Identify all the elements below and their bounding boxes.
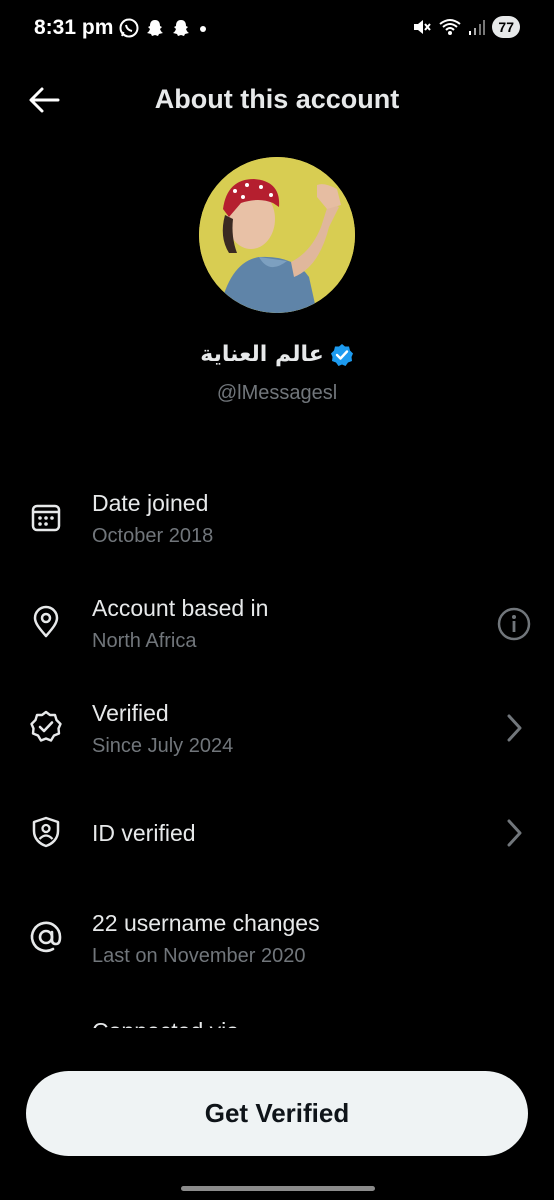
home-indicator bbox=[181, 1186, 375, 1191]
row-subtitle: Since July 2024 bbox=[92, 735, 234, 757]
display-name: عالم العناية bbox=[200, 342, 324, 367]
get-verified-button[interactable]: Get Verified bbox=[26, 1071, 528, 1156]
avatar-image bbox=[199, 157, 355, 313]
avatar[interactable] bbox=[199, 157, 355, 313]
verified-badge-icon bbox=[27, 708, 65, 746]
id-shield-icon bbox=[27, 813, 65, 851]
system-status: 77 bbox=[412, 16, 520, 38]
verified-check-icon bbox=[330, 343, 353, 366]
info-row-username-changes: 22 username changes Last on November 202… bbox=[0, 900, 554, 980]
row-title: ID verified bbox=[92, 820, 196, 846]
info-row-verified[interactable]: Verified Since July 2024 bbox=[0, 690, 554, 770]
chevron-right-icon bbox=[494, 708, 534, 748]
wifi-icon bbox=[439, 19, 462, 35]
info-row-id-verified[interactable]: ID verified bbox=[0, 795, 554, 875]
battery-indicator: 77 bbox=[492, 16, 520, 38]
row-title: Date joined bbox=[92, 490, 209, 516]
whatsapp-icon bbox=[119, 18, 139, 38]
snapchat-icon bbox=[147, 20, 163, 36]
row-title: 22 username changes bbox=[92, 910, 320, 936]
chevron-right-icon bbox=[494, 813, 534, 853]
location-pin-icon bbox=[27, 603, 65, 641]
status-time: 8:31 pm bbox=[34, 16, 114, 39]
page-title: About this account bbox=[154, 84, 400, 114]
signal-icon bbox=[469, 20, 486, 35]
at-sign-icon bbox=[27, 918, 65, 956]
row-subtitle: Last on November 2020 bbox=[92, 945, 306, 967]
info-row-date-joined: Date joined October 2018 bbox=[0, 480, 554, 560]
row-title: Verified bbox=[92, 700, 169, 726]
calendar-icon bbox=[27, 498, 65, 536]
row-title: Account based in bbox=[92, 595, 269, 621]
info-button[interactable] bbox=[494, 604, 534, 644]
info-icon bbox=[497, 607, 531, 641]
display-name-row: عالم العناية bbox=[0, 342, 554, 367]
dot-icon bbox=[200, 26, 206, 32]
mute-icon bbox=[414, 20, 432, 34]
header: About this account bbox=[0, 72, 554, 128]
row-subtitle: North Africa bbox=[92, 630, 197, 652]
notification-icons bbox=[118, 17, 210, 39]
snapchat-icon bbox=[173, 20, 189, 36]
username-handle: @lMessagesl bbox=[216, 382, 338, 404]
row-subtitle: October 2018 bbox=[92, 525, 214, 547]
status-bar: 8:31 pm 77 bbox=[0, 0, 554, 58]
partial-row-title: Connected via bbox=[92, 1014, 239, 1028]
info-row-account-based-in: Account based in North Africa bbox=[0, 585, 554, 665]
